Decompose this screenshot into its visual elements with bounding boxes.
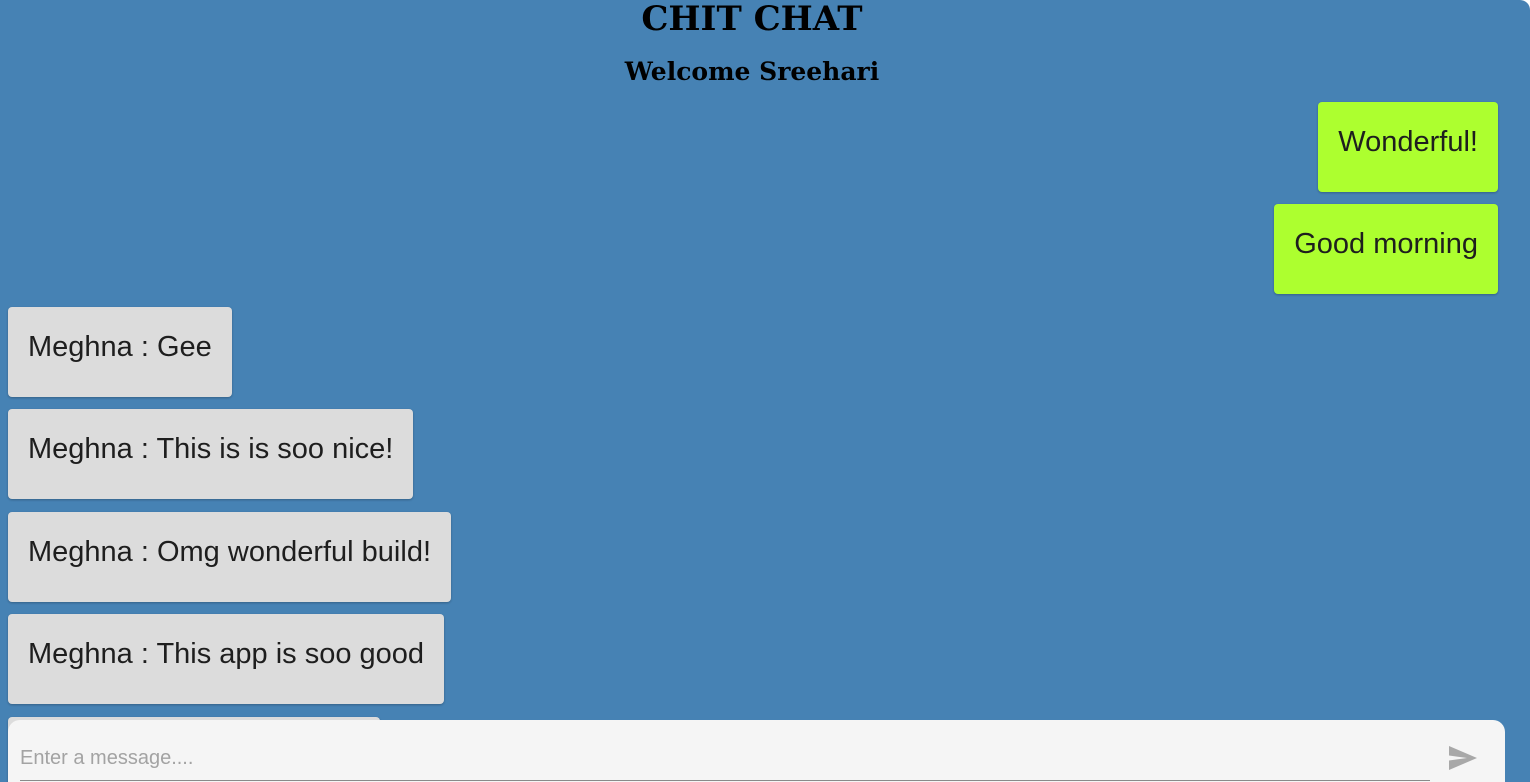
- chat-app: CHIT CHAT Welcome Sreehari Wonderful! Go…: [0, 0, 1530, 782]
- message-list: Wonderful! Good morning Meghna : Gee Meg…: [0, 0, 1530, 782]
- received-message: Meghna : This app is soo good: [8, 614, 445, 704]
- received-message: Meghna : Gee: [8, 307, 232, 397]
- received-message: Meghna : Omg wonderful build!: [8, 512, 451, 602]
- sent-message: Wonderful!: [1318, 102, 1498, 192]
- message-composer: [8, 720, 1505, 782]
- message-input[interactable]: [20, 736, 1430, 781]
- sent-message: Good morning: [1274, 204, 1498, 294]
- send-icon: [1449, 746, 1485, 770]
- received-message: Meghna : This is is soo nice!: [8, 409, 414, 499]
- send-button[interactable]: [1449, 740, 1485, 776]
